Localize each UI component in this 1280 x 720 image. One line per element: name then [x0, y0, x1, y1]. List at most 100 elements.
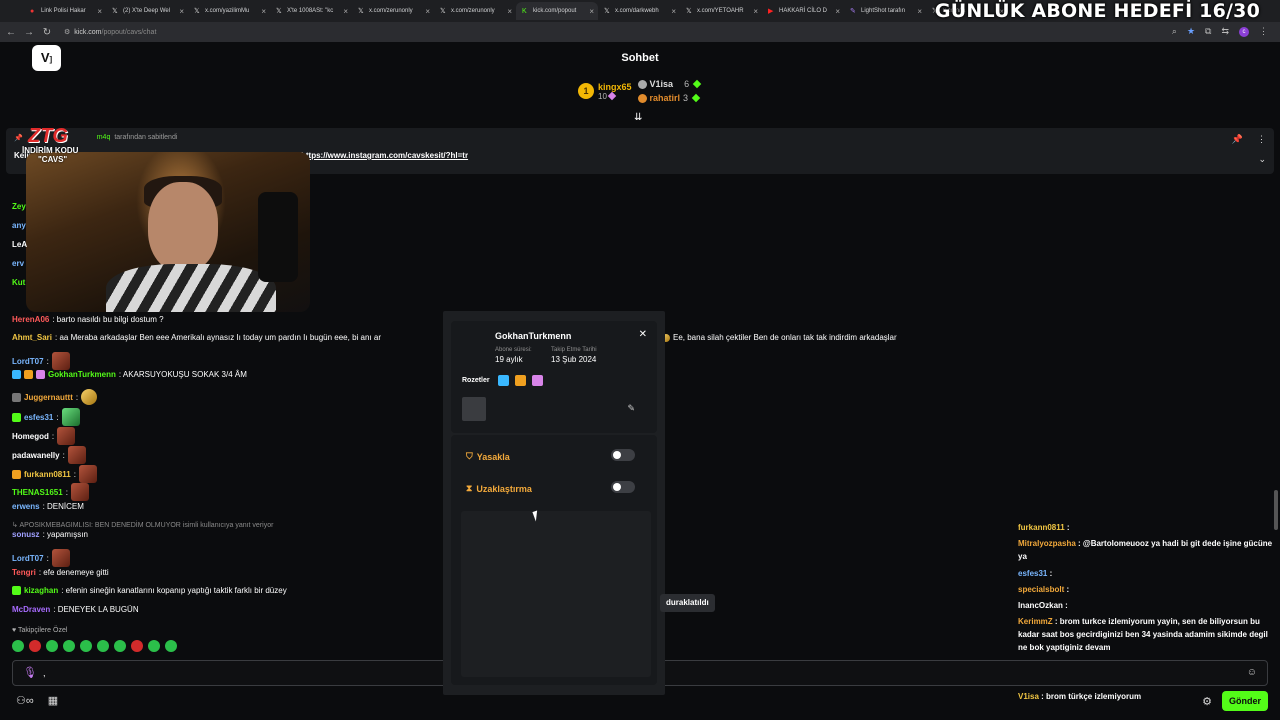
tab-close-icon[interactable]: × [917, 7, 922, 16]
tab-close-icon[interactable]: × [261, 7, 266, 16]
site-info-icon[interactable]: ⚙ [64, 28, 70, 36]
emote-button[interactable] [97, 640, 109, 652]
user-card-name: GokhanTurkmenn [495, 331, 572, 341]
chat-username[interactable]: erwens [12, 502, 40, 511]
pinned-link[interactable]: https://www.instagram.com/cavskesit/?hl=… [301, 151, 468, 160]
chat-username[interactable]: esfes31 [1018, 569, 1047, 578]
chat-username-partial[interactable]: Kut [12, 278, 25, 287]
tab-close-icon[interactable]: × [97, 7, 102, 16]
browser-tab[interactable]: 𝕏x.com/darkwebh × [598, 2, 680, 20]
tab-close-icon[interactable]: × [835, 7, 840, 16]
cast-icon[interactable]: ⇆ [1221, 26, 1229, 37]
emote-button[interactable] [12, 640, 24, 652]
chat-message: Ahmt_Sari: aa Meraba arkadaşlar Ben eee … [12, 333, 381, 342]
chat-username[interactable]: McDraven [12, 605, 50, 614]
tab-close-icon[interactable]: × [425, 7, 430, 16]
chat-username-partial[interactable]: Zey [12, 202, 26, 211]
bookmark-star-icon[interactable]: ★ [1187, 26, 1195, 37]
browser-tab[interactable]: 𝕏x.com/zerunonly × [352, 2, 434, 20]
emote-button[interactable] [165, 640, 177, 652]
close-icon[interactable]: ✕ [639, 329, 647, 340]
browser-tab[interactable]: 𝕏x.com/yazilimMu × [188, 2, 270, 20]
microphone-icon[interactable]: 🎙 [23, 666, 37, 679]
user-badge-icon [12, 469, 21, 479]
chat-username[interactable]: HerenA06 [12, 315, 49, 324]
chat-username[interactable]: padawanelly [12, 451, 60, 460]
ban-toggle[interactable] [611, 449, 635, 461]
chat-username-partial[interactable]: any [12, 221, 26, 230]
chat-message: THENAS1651: [12, 483, 89, 501]
chat-message: McDraven: DENEYEK LA BUGÜN [12, 605, 139, 614]
tab-close-icon[interactable]: × [343, 7, 348, 16]
ban-option[interactable]: ⛉ Yasakla [466, 451, 510, 462]
chat-username[interactable]: Tengri [12, 568, 36, 577]
url-field[interactable]: ⚙ kick.com/popout/cavs/chat [64, 28, 156, 37]
browser-tab[interactable]: ▶ HAKKARİ CİLO D × [762, 2, 844, 20]
browser-tab[interactable]: 𝕏x.com/zerunonly × [434, 2, 516, 20]
emote-button[interactable] [46, 640, 58, 652]
unpin-icon[interactable]: 📌 [1232, 134, 1243, 145]
users-icon[interactable]: ⚇∞ [16, 694, 34, 707]
chat-username[interactable]: InancOzkan [1018, 601, 1063, 610]
scrollbar[interactable] [1274, 490, 1278, 530]
chat-title: Sohbet [621, 52, 659, 64]
chat-username[interactable]: KerimmZ [1018, 617, 1053, 626]
chat-username[interactable]: THENAS1651 [12, 488, 63, 497]
chat-username[interactable]: specialsbolt [1018, 585, 1064, 594]
chat-username[interactable]: Juggernauttt [24, 393, 73, 402]
chevron-down-icon[interactable]: ⌄ [1258, 154, 1266, 165]
leaderboard-third[interactable]: rahatirl 3 [637, 93, 701, 103]
browser-tab[interactable]: 𝕏x.com/YETOAHR × [680, 2, 762, 20]
emote-button[interactable] [148, 640, 160, 652]
profile-avatar[interactable]: c [1239, 26, 1249, 37]
timeout-option[interactable]: ⧗ Uzaklaştırma [466, 483, 532, 494]
chat-username[interactable]: LordT07 [12, 554, 44, 563]
zoom-icon[interactable]: ⌕ [1172, 26, 1177, 37]
chat-username[interactable]: furkann0811 [1018, 523, 1065, 532]
chat-username[interactable]: GokhanTurkmenn [48, 370, 116, 379]
tab-close-icon[interactable]: × [179, 7, 184, 16]
emoji-picker-icon[interactable]: ☺ [1247, 667, 1257, 678]
emote-button[interactable] [131, 640, 143, 652]
store-icon[interactable]: ▦ [48, 694, 58, 707]
pin-user-icon[interactable]: ✎ [627, 403, 635, 414]
chat-username[interactable]: Ahmt_Sari [12, 333, 52, 342]
forward-icon[interactable]: → [22, 27, 36, 38]
pinned-more-icon[interactable]: ⋮ [1257, 134, 1266, 145]
chat-username[interactable]: V1isa [1018, 692, 1039, 701]
scroll-to-bottom-icon[interactable]: ⇊ [634, 112, 642, 123]
menu-icon[interactable]: ⋮ [1259, 26, 1268, 37]
leaderboard-second[interactable]: V1isa 6 [637, 79, 702, 89]
browser-tab[interactable]: 𝕏 (2) X'te Deep Wel × [106, 2, 188, 20]
chat-username[interactable]: furkann0811 [24, 470, 71, 479]
tab-close-icon[interactable]: × [589, 7, 594, 16]
browser-tab[interactable]: ✎ LightShot tarafın × [844, 2, 926, 20]
browser-tab[interactable]: ● Link Polisi Hakar × [24, 2, 106, 20]
hourglass-icon: ⧗ [466, 483, 473, 493]
gear-icon[interactable]: ⚙ [1202, 695, 1212, 708]
reload-icon[interactable]: ↻ [40, 27, 54, 38]
chat-username[interactable]: Mitralyozpasha [1018, 539, 1076, 548]
emote-button[interactable] [114, 640, 126, 652]
send-button[interactable]: Gönder [1222, 691, 1268, 711]
back-icon[interactable]: ← [4, 27, 18, 38]
leaderboard-first[interactable]: 1 kingx65 10 [578, 79, 632, 103]
chat-username-partial[interactable]: LeA [12, 240, 27, 249]
extensions-icon[interactable]: ⧉ [1205, 26, 1211, 37]
emote-button[interactable] [80, 640, 92, 652]
tab-close-icon[interactable]: × [507, 7, 512, 16]
emote-button[interactable] [29, 640, 41, 652]
emote-button[interactable] [63, 640, 75, 652]
browser-tab[interactable]: 𝕏 X'te 1008ASt: "kc × [270, 2, 352, 20]
browser-tab[interactable]: Kkick.com/popout × [516, 2, 598, 20]
tab-close-icon[interactable]: × [753, 7, 758, 16]
chat-username-partial[interactable]: erv [12, 259, 24, 268]
chat-username[interactable]: kizaghan [24, 586, 58, 595]
shield-icon: ⛉ [466, 451, 473, 461]
chat-username[interactable]: LordT07 [12, 357, 44, 366]
tab-close-icon[interactable]: × [671, 7, 676, 16]
chat-username[interactable]: Homegod [12, 432, 49, 441]
timeout-toggle[interactable] [611, 481, 635, 493]
chat-username[interactable]: esfes31 [24, 413, 53, 422]
chat-username[interactable]: sonusz [12, 530, 40, 539]
